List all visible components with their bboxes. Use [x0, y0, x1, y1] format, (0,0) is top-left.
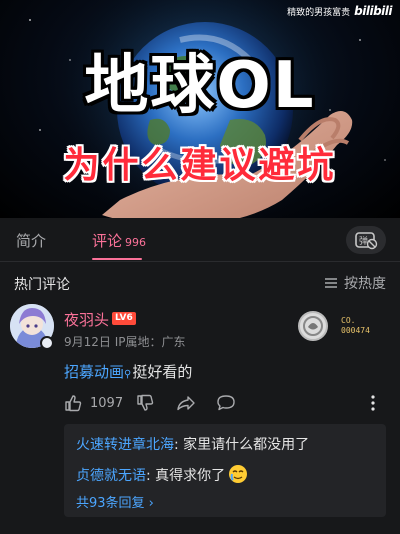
comment-username[interactable]: 夜羽头	[64, 309, 109, 330]
danmaku-toggle-button[interactable]: 弹	[346, 226, 386, 254]
sort-by-hot-button[interactable]: 按热度	[324, 273, 386, 293]
search-link-text: 招募动画	[64, 363, 125, 381]
fan-medal-digits: 000474	[341, 326, 370, 335]
fan-medal-number: CO. 000474	[341, 316, 370, 336]
tab-comments[interactable]: 评论 996	[92, 230, 146, 251]
reply-item: 贞德就无语: 真得求你了	[76, 464, 248, 485]
search-mini-icon: ⚲	[124, 369, 132, 380]
comment-actions: 1097	[64, 394, 394, 416]
video-cover-subtitle: 为什么建议避坑	[63, 145, 337, 186]
comment-bubble-icon	[217, 395, 235, 411]
fan-medal-emblem-icon	[303, 316, 323, 336]
svg-text:弹: 弹	[359, 235, 368, 247]
reply-text: : 真得求你了	[146, 468, 226, 484]
sort-lines-icon	[325, 278, 337, 288]
comment-count: 996	[125, 236, 147, 249]
watermark-text: 精致的男孩富贵	[287, 7, 351, 18]
hot-comments-header: 热门评论 按热度	[0, 262, 400, 302]
thumbs-up-icon	[65, 395, 82, 412]
tab-bar: 简介 评论 996 弹	[0, 218, 400, 262]
video-player[interactable]: 精致的男孩富贵 bilibili 地球OL 为什么建议避坑	[0, 0, 400, 218]
hot-comments-title: 热门评论	[14, 277, 70, 293]
thumbs-down-icon	[137, 394, 154, 411]
reply-author[interactable]: 贞德就无语	[76, 468, 146, 484]
comment-text: 招募动画⚲挺好看的	[64, 361, 192, 382]
search-link[interactable]: 招募动画⚲	[64, 363, 132, 381]
reply-button[interactable]	[216, 394, 236, 412]
video-cover-title: 地球OL	[84, 49, 316, 123]
share-arrow-icon	[177, 396, 195, 411]
comment-text-content: 挺好看的	[132, 363, 193, 381]
active-tab-indicator	[92, 258, 142, 260]
tab-comments-label: 评论	[92, 232, 123, 250]
like-button[interactable]: 1097	[64, 394, 123, 412]
user-level-badge: LV6	[112, 312, 136, 325]
bilibili-logo: bilibili	[354, 4, 392, 18]
verified-badge-icon	[40, 336, 54, 350]
reply-item: 火速转进章北海: 家里请什么都没用了	[76, 434, 309, 454]
vertical-dots-icon	[371, 395, 375, 411]
more-options-button[interactable]	[370, 394, 376, 412]
view-all-replies-link[interactable]: 共93条回复 ›	[76, 492, 154, 511]
dislike-button[interactable]	[136, 394, 154, 412]
crying-emoji-icon	[229, 465, 248, 483]
reply-text: : 家里请什么都没用了	[174, 437, 310, 453]
watermark: 精致的男孩富贵 bilibili	[287, 4, 392, 18]
like-count: 1097	[90, 395, 124, 411]
sort-label: 按热度	[344, 276, 386, 292]
comment-meta: 9月12日 IP属地：广东	[64, 335, 186, 349]
fan-medal-code: CO.	[341, 316, 356, 325]
fan-medal-icon[interactable]	[298, 311, 328, 341]
tab-intro[interactable]: 简介	[16, 230, 46, 251]
share-button[interactable]	[176, 394, 196, 412]
reply-author[interactable]: 火速转进章北海	[76, 437, 174, 453]
danmaku-off-icon: 弹	[355, 232, 378, 250]
replies-preview[interactable]: 火速转进章北海: 家里请什么都没用了 贞德就无语: 真得求你了 共93条回复 ›	[64, 424, 386, 517]
